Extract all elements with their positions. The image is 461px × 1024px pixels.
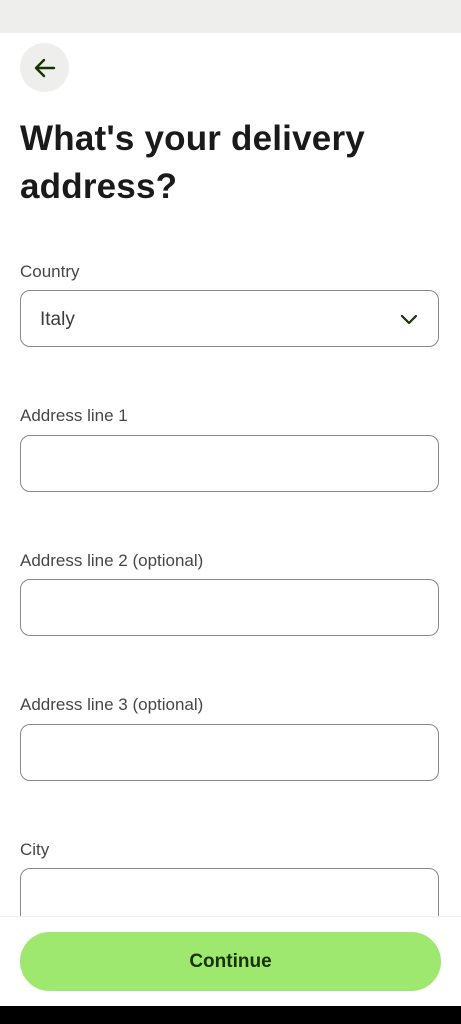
country-select[interactable]: Italy [20,290,439,347]
address-line-1-label: Address line 1 [20,406,128,425]
city-label: City [20,840,50,859]
page-title: What's your delivery address? [20,119,365,206]
address-line-1-input[interactable] [21,436,438,491]
address-line-2-input[interactable] [21,580,438,635]
status-bar [0,0,461,33]
chevron-down-icon [400,314,418,325]
arrow-left-icon [34,58,55,77]
address-line-2-field [20,579,439,636]
address-line-1-field [20,435,439,492]
back-button[interactable] [20,43,69,92]
system-navigation-bar [0,1006,461,1024]
country-label: Country [20,262,80,281]
address-line-2-label: Address line 2 (optional) [20,551,204,570]
address-line-3-label: Address line 3 (optional) [20,695,204,714]
address-line-3-field [20,724,439,781]
country-selected-value: Italy [40,309,75,330]
address-line-3-input[interactable] [21,725,438,780]
continue-button[interactable]: Continue [20,932,441,991]
